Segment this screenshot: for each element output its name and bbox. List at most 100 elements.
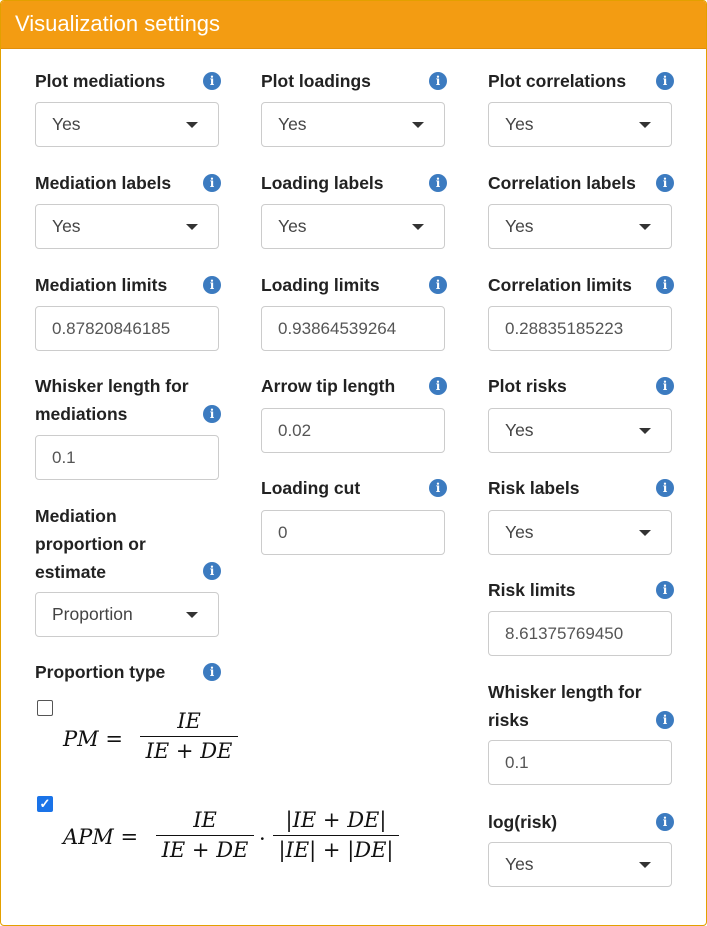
pm-numerator: IE [177, 709, 201, 733]
info-icon[interactable]: i [656, 72, 674, 90]
mediation-proportion-value: Proportion [52, 604, 133, 624]
apm-numerator-2: |IE + DE| [285, 808, 387, 832]
risk-labels-select[interactable]: Yes [488, 510, 672, 555]
apm-numerator-1: IE [193, 808, 217, 832]
visualization-settings-panel: Visualization settings Plot mediations i … [0, 0, 707, 926]
risk-limits-field: Risk limits i [488, 576, 674, 656]
whisker-risks-label-line1: Whisker length for [488, 682, 642, 702]
correlation-labels-select[interactable]: Yes [488, 204, 672, 249]
arrow-tip-text[interactable] [278, 421, 434, 441]
plot-risks-label: Plot risks [488, 376, 567, 396]
plot-loadings-label: Plot loadings [261, 71, 371, 91]
proportion-type-field: Proportion type i [35, 658, 221, 686]
info-icon[interactable]: i [656, 174, 674, 192]
correlation-limits-input[interactable] [488, 306, 672, 351]
correlation-labels-field: Correlation labels i Yes [488, 169, 674, 249]
apm-checkbox[interactable]: ✓ [37, 796, 53, 812]
plot-mediations-label: Plot mediations [35, 71, 166, 91]
apm-denominator-1: IE + DE [161, 838, 249, 862]
plot-mediations-field: Plot mediations i Yes [35, 67, 221, 147]
loading-limits-text[interactable] [278, 319, 434, 339]
whisker-risks-field: Whisker length for risks i [488, 678, 674, 785]
info-icon[interactable]: i [656, 711, 674, 729]
risk-limits-label: Risk limits [488, 580, 576, 600]
caret-down-icon [186, 224, 198, 230]
correlation-limits-text[interactable] [505, 319, 661, 339]
whisker-risks-text[interactable] [505, 753, 661, 773]
loading-labels-select[interactable]: Yes [261, 204, 445, 249]
loading-labels-value: Yes [278, 216, 307, 236]
caret-down-icon [412, 224, 424, 230]
info-icon[interactable]: i [203, 663, 221, 681]
apm-equals: = [120, 825, 139, 849]
pm-lhs: PM [63, 727, 99, 751]
log-risk-value: Yes [505, 854, 534, 874]
info-icon[interactable]: i [203, 405, 221, 423]
log-risk-select[interactable]: Yes [488, 842, 672, 887]
risk-limits-input[interactable] [488, 611, 672, 656]
log-risk-label: log(risk) [488, 812, 558, 832]
mediation-proportion-select[interactable]: Proportion [35, 592, 219, 637]
apm-denominator-2: |IE| + |DE| [278, 838, 394, 862]
whisker-risks-input[interactable] [488, 740, 672, 785]
caret-down-icon [639, 224, 651, 230]
whisker-mediations-input[interactable] [35, 435, 219, 480]
mediation-labels-field: Mediation labels i Yes [35, 169, 221, 249]
mediation-limits-label: Mediation limits [35, 275, 168, 295]
info-icon[interactable]: i [656, 581, 674, 599]
risk-limits-text[interactable] [505, 624, 661, 644]
info-icon[interactable]: i [429, 174, 447, 192]
arrow-tip-input[interactable] [261, 408, 445, 453]
caret-down-icon [186, 612, 198, 618]
caret-down-icon [639, 862, 651, 868]
apm-fraction-1: IE IE + DE [156, 808, 254, 862]
apm-dot: · [259, 827, 266, 851]
risk-labels-value: Yes [505, 522, 534, 542]
mediation-limits-input[interactable] [35, 306, 219, 351]
plot-mediations-select[interactable]: Yes [35, 102, 219, 147]
arrow-tip-field: Arrow tip length i [261, 372, 447, 453]
apm-formula: APM = [63, 825, 138, 849]
apm-lhs: APM [63, 825, 114, 849]
plot-correlations-select[interactable]: Yes [488, 102, 672, 147]
pm-denominator: IE + DE [145, 739, 233, 763]
caret-down-icon [639, 428, 651, 434]
whisker-mediations-field: Whisker length for mediations i [35, 372, 221, 480]
pm-checkbox[interactable] [37, 700, 53, 716]
caret-down-icon [639, 530, 651, 536]
whisker-mediations-text[interactable] [52, 448, 208, 468]
plot-risks-value: Yes [505, 420, 534, 440]
info-icon[interactable]: i [429, 479, 447, 497]
loading-cut-text[interactable] [278, 523, 434, 543]
mediation-proportion-field: Mediation proportion or estimate i Proporti… [35, 502, 221, 637]
mediation-proportion-label-line3: estimate [35, 562, 107, 582]
mediation-limits-text[interactable] [52, 319, 208, 339]
info-icon[interactable]: i [203, 562, 221, 580]
mediation-labels-select[interactable]: Yes [35, 204, 219, 249]
mediation-labels-value: Yes [52, 216, 81, 236]
info-icon[interactable]: i [203, 72, 221, 90]
info-icon[interactable]: i [429, 377, 447, 395]
whisker-mediations-label-line2: mediations [35, 404, 128, 424]
info-icon[interactable]: i [429, 276, 447, 294]
info-icon[interactable]: i [429, 72, 447, 90]
info-icon[interactable]: i [203, 174, 221, 192]
correlation-limits-label: Correlation limits [488, 275, 632, 295]
loading-cut-field: Loading cut i [261, 474, 447, 555]
info-icon[interactable]: i [656, 479, 674, 497]
proportion-type-label: Proportion type [35, 662, 166, 682]
mediation-proportion-label-line1: Mediation [35, 506, 117, 526]
pm-formula: PM = [63, 727, 123, 751]
plot-mediations-value: Yes [52, 114, 81, 134]
info-icon[interactable]: i [656, 813, 674, 831]
loading-cut-input[interactable] [261, 510, 445, 555]
loading-labels-label: Loading labels [261, 173, 384, 193]
info-icon[interactable]: i [656, 276, 674, 294]
info-icon[interactable]: i [656, 377, 674, 395]
correlation-limits-field: Correlation limits i [488, 271, 674, 351]
plot-risks-select[interactable]: Yes [488, 408, 672, 453]
panel-title: Visualization settings [1, 1, 706, 49]
loading-limits-input[interactable] [261, 306, 445, 351]
info-icon[interactable]: i [203, 276, 221, 294]
plot-loadings-select[interactable]: Yes [261, 102, 445, 147]
